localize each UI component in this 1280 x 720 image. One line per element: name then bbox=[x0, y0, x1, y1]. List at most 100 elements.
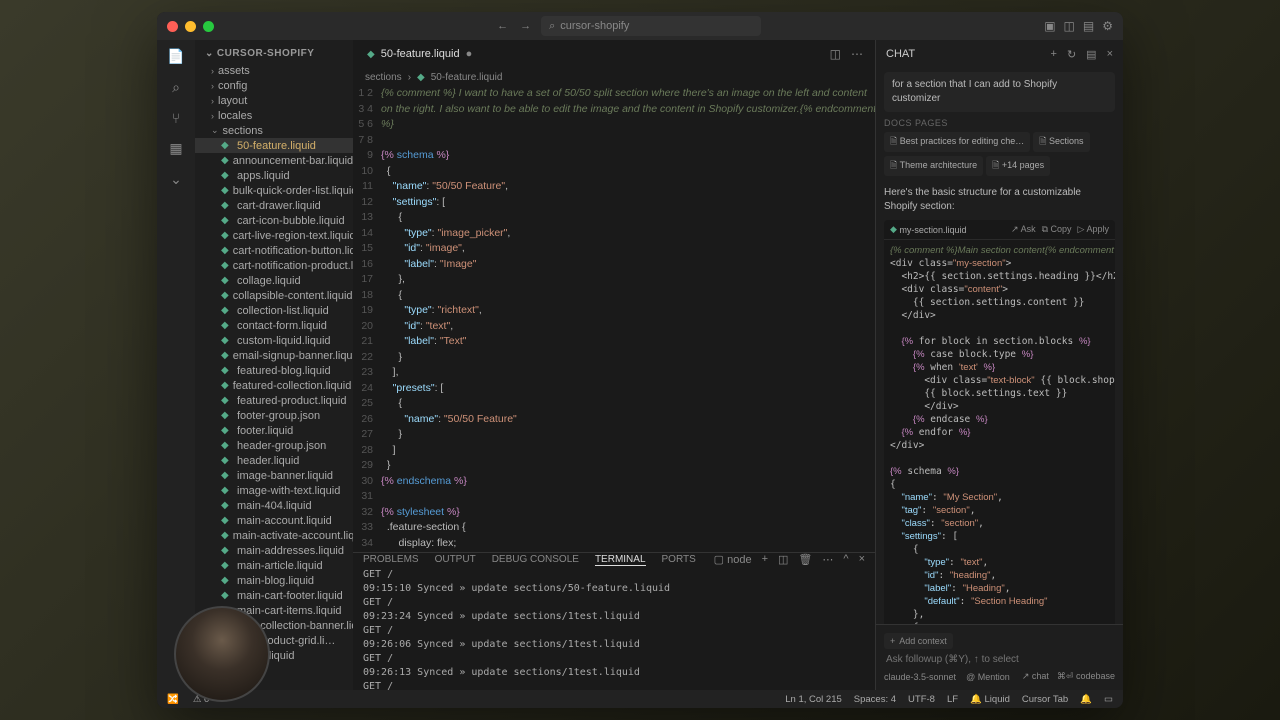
folder-locales[interactable]: locales bbox=[195, 108, 353, 123]
file-item[interactable]: ◆image-banner.liquid bbox=[195, 468, 353, 483]
tab-output[interactable]: OUTPUT bbox=[435, 554, 476, 565]
tab-problems[interactable]: PROBLEMS bbox=[363, 554, 419, 565]
chat-body[interactable]: for a section that I can add to Shopify … bbox=[876, 68, 1123, 624]
file-item[interactable]: ◆main-addresses.liquid bbox=[195, 543, 353, 558]
code-editor[interactable]: 1 2 3 4 5 6 7 8 9 10 11 12 13 14 15 16 1… bbox=[353, 86, 875, 552]
file-item[interactable]: ◆50-feature.liquid bbox=[195, 138, 353, 153]
doc-pill[interactable]: 🗎 +14 pages bbox=[986, 156, 1050, 176]
file-item[interactable]: ◆announcement-bar.liquid bbox=[195, 153, 353, 168]
close-panel-icon[interactable]: × bbox=[859, 553, 865, 566]
split-editor-icon[interactable]: ◫ bbox=[830, 47, 841, 61]
status-item[interactable]: Spaces: 4 bbox=[854, 694, 896, 705]
doc-pill[interactable]: 🗎 Best practices for editing che… bbox=[884, 132, 1030, 152]
doc-pill[interactable]: 🗎 Sections bbox=[1033, 132, 1089, 152]
more-icon[interactable]: ⋯ bbox=[851, 47, 863, 61]
file-item[interactable]: ◆main-blog.liquid bbox=[195, 573, 353, 588]
file-item[interactable]: ◆main-activate-account.liquid bbox=[195, 528, 353, 543]
file-item[interactable]: ◆main-cart-footer.liquid bbox=[195, 588, 353, 603]
model-selector[interactable]: claude-3.5-sonnet bbox=[884, 672, 956, 682]
close-window[interactable] bbox=[167, 21, 178, 32]
file-item[interactable]: ◆cart-notification-product.liquid bbox=[195, 258, 353, 273]
status-branch[interactable]: 🔀 bbox=[167, 694, 179, 705]
file-item[interactable]: ◆collapsible-content.liquid bbox=[195, 288, 353, 303]
split-terminal-icon[interactable]: ◫ bbox=[778, 553, 788, 566]
status-item[interactable]: LF bbox=[947, 694, 958, 705]
file-item[interactable]: ◆header.liquid bbox=[195, 453, 353, 468]
new-terminal-icon[interactable]: + bbox=[762, 553, 768, 566]
terminal-body[interactable]: GET / 09:15:10 Synced » update sections/… bbox=[353, 566, 875, 690]
maximize-window[interactable] bbox=[203, 21, 214, 32]
folder-layout[interactable]: layout bbox=[195, 93, 353, 108]
new-chat-icon[interactable]: + bbox=[1051, 48, 1057, 61]
chat-input[interactable] bbox=[884, 650, 1115, 669]
file-item[interactable]: ◆collection-list.liquid bbox=[195, 303, 353, 318]
mention-button[interactable]: @ Mention bbox=[966, 672, 1010, 682]
kill-terminal-icon[interactable]: 🗑 bbox=[798, 553, 812, 566]
minimize-window[interactable] bbox=[185, 21, 196, 32]
file-item[interactable]: ◆bulk-quick-order-list.liquid bbox=[195, 183, 353, 198]
file-item[interactable]: ◆cart-drawer.liquid bbox=[195, 198, 353, 213]
code-ask-button[interactable]: ↗ Ask bbox=[1011, 224, 1036, 235]
send-chat-button[interactable]: ↗ chat bbox=[1022, 671, 1049, 682]
add-context-button[interactable]: + Add context bbox=[884, 633, 953, 649]
code-content[interactable]: {% comment %} I want to have a set of 50… bbox=[381, 86, 875, 552]
file-item[interactable]: ◆main-404.liquid bbox=[195, 498, 353, 513]
terminal-shell-icon[interactable]: ▢ node bbox=[714, 553, 752, 566]
tab-dirty-icon[interactable]: ● bbox=[466, 48, 473, 60]
layout-panel-icon[interactable]: ◫ bbox=[1064, 19, 1075, 33]
history-icon[interactable]: ↻ bbox=[1067, 48, 1076, 61]
file-item[interactable]: ◆featured-product.liquid bbox=[195, 393, 353, 408]
file-item[interactable]: ◆cart-live-region-text.liquid bbox=[195, 228, 353, 243]
code-copy-button[interactable]: ⧉ Copy bbox=[1042, 224, 1072, 235]
more-terminal-icon[interactable]: ⋯ bbox=[822, 553, 833, 566]
command-center[interactable]: ⌕ cursor-shopify bbox=[541, 16, 761, 36]
file-item[interactable]: ◆image-with-text.liquid bbox=[195, 483, 353, 498]
file-item[interactable]: ◆footer-group.json bbox=[195, 408, 353, 423]
file-item[interactable]: ◆apps.liquid bbox=[195, 168, 353, 183]
file-item[interactable]: ◆cart-icon-bubble.liquid bbox=[195, 213, 353, 228]
file-item[interactable]: ◆contact-form.liquid bbox=[195, 318, 353, 333]
file-item[interactable]: ◆email-signup-banner.liquid bbox=[195, 348, 353, 363]
chevron-down-icon[interactable]: ⌄ bbox=[170, 171, 182, 188]
maximize-panel-icon[interactable]: ^ bbox=[843, 553, 848, 566]
file-item[interactable]: ◆main-account.liquid bbox=[195, 513, 353, 528]
file-item[interactable]: ◆custom-liquid.liquid bbox=[195, 333, 353, 348]
folder-sections[interactable]: sections bbox=[195, 123, 353, 138]
file-item[interactable]: ◆header-group.json bbox=[195, 438, 353, 453]
status-item[interactable]: 🔔 Liquid bbox=[970, 694, 1010, 705]
file-item[interactable]: ◆collage.liquid bbox=[195, 273, 353, 288]
source-control-icon[interactable]: ⑂ bbox=[172, 110, 180, 126]
nav-back-icon[interactable]: ← bbox=[497, 20, 508, 32]
codebase-button[interactable]: ⌘⏎ codebase bbox=[1057, 671, 1115, 682]
tab-debug[interactable]: DEBUG CONSOLE bbox=[492, 554, 579, 565]
file-item[interactable]: ◆footer.liquid bbox=[195, 423, 353, 438]
settings-icon[interactable]: ⚙ bbox=[1102, 19, 1113, 33]
file-item[interactable]: ◆featured-collection.liquid bbox=[195, 378, 353, 393]
layout-primary-icon[interactable]: ▣ bbox=[1044, 19, 1055, 33]
tab-terminal[interactable]: TERMINAL bbox=[595, 554, 646, 566]
status-item[interactable]: UTF-8 bbox=[908, 694, 935, 705]
doc-pill[interactable]: 🗎 Theme architecture bbox=[884, 156, 983, 176]
nav-forward-icon[interactable]: → bbox=[520, 20, 531, 32]
status-item[interactable]: 🔔 bbox=[1080, 694, 1092, 705]
tab-ports[interactable]: PORTS bbox=[662, 554, 696, 565]
status-item[interactable]: ▭ bbox=[1104, 694, 1113, 705]
dock-icon[interactable]: ▤ bbox=[1086, 48, 1096, 61]
extensions-icon[interactable]: ▦ bbox=[169, 140, 182, 157]
code-apply-button[interactable]: ▷ Apply bbox=[1078, 224, 1109, 235]
status-item[interactable]: Ln 1, Col 215 bbox=[785, 694, 842, 705]
breadcrumb[interactable]: sections › ◆ 50-feature.liquid bbox=[353, 68, 875, 86]
status-item[interactable]: Cursor Tab bbox=[1022, 694, 1068, 705]
file-item[interactable]: ◆cart-notification-button.liquid bbox=[195, 243, 353, 258]
explorer-root[interactable]: ⌄ CURSOR-SHOPIFY bbox=[195, 44, 353, 63]
folder-assets[interactable]: assets bbox=[195, 63, 353, 78]
search-activity-icon[interactable]: ⌕ bbox=[172, 79, 180, 96]
folder-config[interactable]: config bbox=[195, 78, 353, 93]
chat-code[interactable]: {% comment %}Main section content{% endc… bbox=[884, 240, 1115, 624]
tab-50-feature[interactable]: ◆ 50-feature.liquid ● bbox=[357, 40, 482, 68]
file-item[interactable]: ◆main-article.liquid bbox=[195, 558, 353, 573]
explorer-icon[interactable]: 📄 bbox=[167, 48, 184, 65]
layout-secondary-icon[interactable]: ▤ bbox=[1083, 19, 1094, 33]
close-chat-icon[interactable]: × bbox=[1107, 48, 1113, 61]
file-item[interactable]: ◆featured-blog.liquid bbox=[195, 363, 353, 378]
